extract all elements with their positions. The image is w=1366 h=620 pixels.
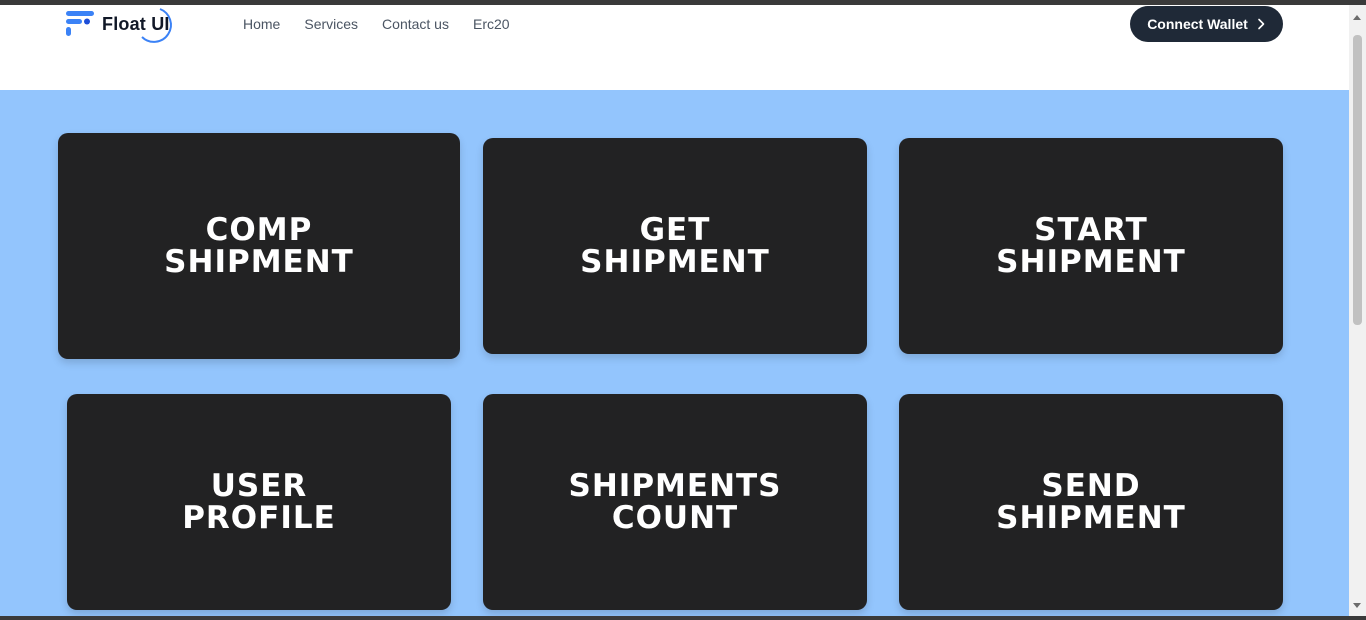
nav-contact-us[interactable]: Contact us <box>382 16 449 32</box>
window-bottom-border <box>0 616 1366 620</box>
card-title-line2: SHIPMENT <box>996 500 1186 536</box>
card-title-line1: USER <box>210 468 308 504</box>
send-shipment-card[interactable]: SEND SHIPMENT <box>899 394 1283 610</box>
card-title-line2: SHIPMENT <box>996 244 1186 280</box>
nav-services[interactable]: Services <box>304 16 358 32</box>
nav-erc20[interactable]: Erc20 <box>473 16 510 32</box>
card-title-line1: COMP <box>205 212 313 248</box>
nav-home[interactable]: Home <box>243 16 280 32</box>
shipments-count-card[interactable]: SHIPMENTS COUNT <box>483 394 867 610</box>
logo-ring-icon <box>141 8 172 43</box>
scroll-down-arrow-icon[interactable] <box>1353 603 1361 608</box>
card-title-line1: SHIPMENTS <box>568 468 782 504</box>
vertical-scrollbar[interactable] <box>1349 5 1366 616</box>
services-section: COMP SHIPMENT GET SHIPMENT START SHIPMEN… <box>0 90 1349 616</box>
start-shipment-card[interactable]: START SHIPMENT <box>899 138 1283 354</box>
scroll-up-arrow-icon[interactable] <box>1353 15 1361 20</box>
card-title-line2: SHIPMENT <box>164 244 354 280</box>
card-title-line2: COUNT <box>611 500 739 536</box>
get-shipment-card[interactable]: GET SHIPMENT <box>483 138 867 354</box>
comp-shipment-card[interactable]: COMP SHIPMENT <box>58 133 460 359</box>
card-title-line2: SHIPMENT <box>580 244 770 280</box>
scrollbar-thumb[interactable] <box>1353 35 1362 325</box>
card-title-line1: START <box>1034 212 1148 248</box>
logo[interactable]: Float UI <box>66 8 172 43</box>
main-nav: Home Services Contact us Erc20 <box>243 16 534 32</box>
card-title-line1: GET <box>639 212 711 248</box>
float-ui-logo-icon <box>66 11 96 37</box>
user-profile-card[interactable]: USER PROFILE <box>67 394 451 610</box>
card-title-line2: PROFILE <box>182 500 336 536</box>
card-title-line1: SEND <box>1041 468 1141 504</box>
chevron-right-icon <box>1257 18 1265 30</box>
connect-wallet-button[interactable]: Connect Wallet <box>1130 6 1283 42</box>
connect-wallet-label: Connect Wallet <box>1147 16 1248 32</box>
site-header: Float UI Home Services Contact us Erc20 … <box>0 5 1349 90</box>
